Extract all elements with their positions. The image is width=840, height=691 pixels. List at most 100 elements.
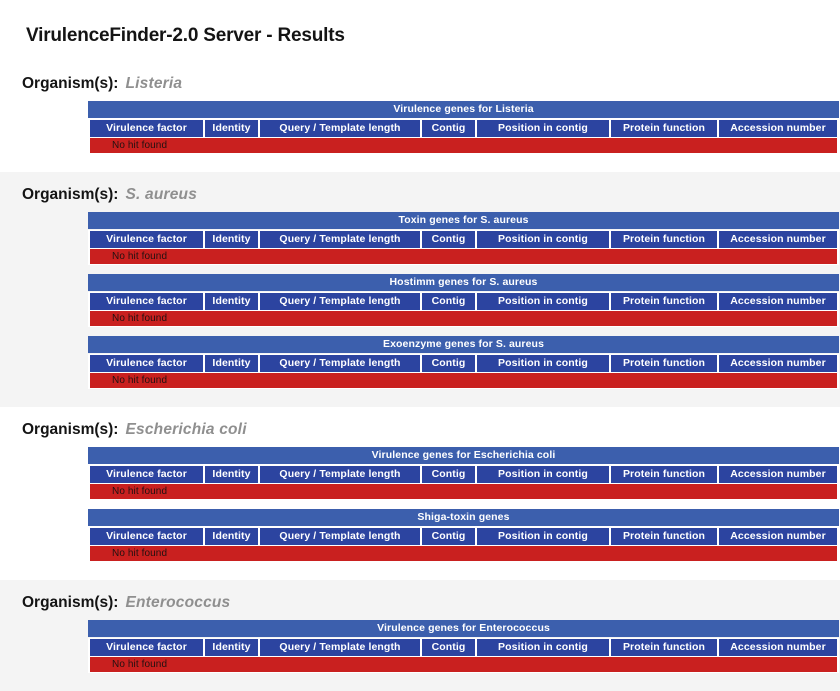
- column-header[interactable]: Accession number: [719, 120, 837, 138]
- organism-name: Listeria: [125, 75, 183, 93]
- column-header[interactable]: Accession number: [719, 355, 837, 373]
- no-hit-message: No hit found: [90, 249, 837, 265]
- organism-section: Organism(s): Escherichia coli Virulence ge…: [0, 407, 840, 581]
- column-header[interactable]: Accession number: [719, 466, 837, 484]
- column-header[interactable]: Protein function: [611, 466, 717, 484]
- column-header[interactable]: Identity: [205, 466, 258, 484]
- column-header[interactable]: Virulence factor: [90, 355, 203, 373]
- organism-section: Organism(s): Listeria Virulence genes for …: [0, 61, 840, 173]
- column-header[interactable]: Position in contig: [477, 231, 609, 249]
- column-header[interactable]: Position in contig: [477, 293, 609, 311]
- result-table-wrapper: Virulence genes for Listeria Virulence fa…: [88, 101, 839, 155]
- column-header[interactable]: Protein function: [611, 231, 717, 249]
- organism-heading: Organism(s): Escherichia coli: [0, 407, 840, 447]
- column-header[interactable]: Identity: [205, 355, 258, 373]
- column-header[interactable]: Contig: [422, 639, 475, 657]
- no-hit-row: No hit found: [90, 311, 837, 327]
- result-table-wrapper: Exoenzyme genes for S. aureus Virulence f…: [88, 336, 839, 390]
- column-header[interactable]: Position in contig: [477, 528, 609, 546]
- column-header[interactable]: Protein function: [611, 528, 717, 546]
- organism-heading: Organism(s): Enterococcus: [0, 580, 840, 620]
- no-hit-message: No hit found: [90, 546, 837, 562]
- column-header[interactable]: Position in contig: [477, 120, 609, 138]
- column-header[interactable]: Position in contig: [477, 355, 609, 373]
- column-header[interactable]: Protein function: [611, 355, 717, 373]
- table-caption: Virulence genes for Enterococcus: [88, 620, 839, 638]
- column-header[interactable]: Accession number: [719, 528, 837, 546]
- organism-section: Organism(s): S. aureus Toxin genes for S. …: [0, 172, 840, 408]
- organism-heading: Organism(s): S. aureus: [0, 172, 840, 212]
- result-table: Virulence genes for Escherichia coli Viru…: [88, 447, 839, 501]
- column-header[interactable]: Contig: [422, 120, 475, 138]
- column-header[interactable]: Virulence factor: [90, 231, 203, 249]
- table-caption: Virulence genes for Listeria: [88, 101, 839, 119]
- results-page: VirulenceFinder-2.0 Server - Results Org…: [0, 12, 840, 691]
- organism-label: Organism(s):: [22, 421, 119, 439]
- column-header[interactable]: Protein function: [611, 120, 717, 138]
- table-caption: Shiga-toxin genes: [88, 509, 839, 527]
- column-header[interactable]: Query / Template length: [260, 355, 420, 373]
- organism-name: Enterococcus: [125, 594, 231, 612]
- column-header[interactable]: Identity: [205, 293, 258, 311]
- column-header[interactable]: Virulence factor: [90, 639, 203, 657]
- table-header-row: Virulence factor Identity Query / Template…: [90, 466, 837, 484]
- column-header[interactable]: Accession number: [719, 639, 837, 657]
- no-hit-row: No hit found: [90, 249, 837, 265]
- page-title: VirulenceFinder-2.0 Server - Results: [26, 24, 345, 46]
- result-table: Hostimm genes for S. aureus Virulence fac…: [88, 274, 839, 328]
- column-header[interactable]: Contig: [422, 466, 475, 484]
- organism-label: Organism(s):: [22, 75, 119, 93]
- organism-heading: Organism(s): Listeria: [0, 61, 840, 101]
- table-header-row: Virulence factor Identity Query / Template…: [90, 293, 837, 311]
- no-hit-message: No hit found: [90, 657, 837, 673]
- column-header[interactable]: Identity: [205, 231, 258, 249]
- column-header[interactable]: Identity: [205, 528, 258, 546]
- column-header[interactable]: Position in contig: [477, 466, 609, 484]
- no-hit-row: No hit found: [90, 546, 837, 562]
- column-header[interactable]: Query / Template length: [260, 231, 420, 249]
- result-table-wrapper: Virulence genes for Enterococcus Virulenc…: [88, 620, 839, 674]
- column-header[interactable]: Virulence factor: [90, 293, 203, 311]
- table-caption: Hostimm genes for S. aureus: [88, 274, 839, 292]
- organism-name: Escherichia coli: [125, 421, 247, 439]
- organism-label: Organism(s):: [22, 594, 119, 612]
- table-header-row: Virulence factor Identity Query / Template…: [90, 355, 837, 373]
- column-header[interactable]: Identity: [205, 639, 258, 657]
- column-header[interactable]: Accession number: [719, 293, 837, 311]
- table-header-row: Virulence factor Identity Query / Template…: [90, 120, 837, 138]
- column-header[interactable]: Query / Template length: [260, 528, 420, 546]
- table-header-row: Virulence factor Identity Query / Template…: [90, 639, 837, 657]
- no-hit-message: No hit found: [90, 311, 837, 327]
- column-header[interactable]: Position in contig: [477, 639, 609, 657]
- result-table-wrapper: Toxin genes for S. aureus Virulence facto…: [88, 212, 839, 266]
- no-hit-row: No hit found: [90, 484, 837, 500]
- result-table: Toxin genes for S. aureus Virulence facto…: [88, 212, 839, 266]
- column-header[interactable]: Query / Template length: [260, 466, 420, 484]
- result-table-wrapper: Hostimm genes for S. aureus Virulence fac…: [88, 274, 839, 328]
- column-header[interactable]: Query / Template length: [260, 293, 420, 311]
- table-caption: Exoenzyme genes for S. aureus: [88, 336, 839, 354]
- column-header[interactable]: Virulence factor: [90, 528, 203, 546]
- column-header[interactable]: Identity: [205, 120, 258, 138]
- column-header[interactable]: Query / Template length: [260, 120, 420, 138]
- column-header[interactable]: Virulence factor: [90, 466, 203, 484]
- column-header[interactable]: Contig: [422, 293, 475, 311]
- no-hit-row: No hit found: [90, 138, 837, 154]
- column-header[interactable]: Contig: [422, 355, 475, 373]
- organism-label: Organism(s):: [22, 186, 119, 204]
- column-header[interactable]: Protein function: [611, 639, 717, 657]
- organism-name: S. aureus: [125, 186, 198, 204]
- no-hit-row: No hit found: [90, 373, 837, 389]
- column-header[interactable]: Protein function: [611, 293, 717, 311]
- organism-section: Organism(s): Enterococcus Virulence genes …: [0, 580, 840, 691]
- result-table: Shiga-toxin genes Virulence factor Identit…: [88, 509, 839, 563]
- result-table: Virulence genes for Enterococcus Virulenc…: [88, 620, 839, 674]
- column-header[interactable]: Contig: [422, 528, 475, 546]
- organism-sections: Organism(s): Listeria Virulence genes for …: [0, 61, 840, 691]
- no-hit-message: No hit found: [90, 484, 837, 500]
- column-header[interactable]: Virulence factor: [90, 120, 203, 138]
- column-header[interactable]: Accession number: [719, 231, 837, 249]
- column-header[interactable]: Contig: [422, 231, 475, 249]
- column-header[interactable]: Query / Template length: [260, 639, 420, 657]
- result-table: Virulence genes for Listeria Virulence fa…: [88, 101, 839, 155]
